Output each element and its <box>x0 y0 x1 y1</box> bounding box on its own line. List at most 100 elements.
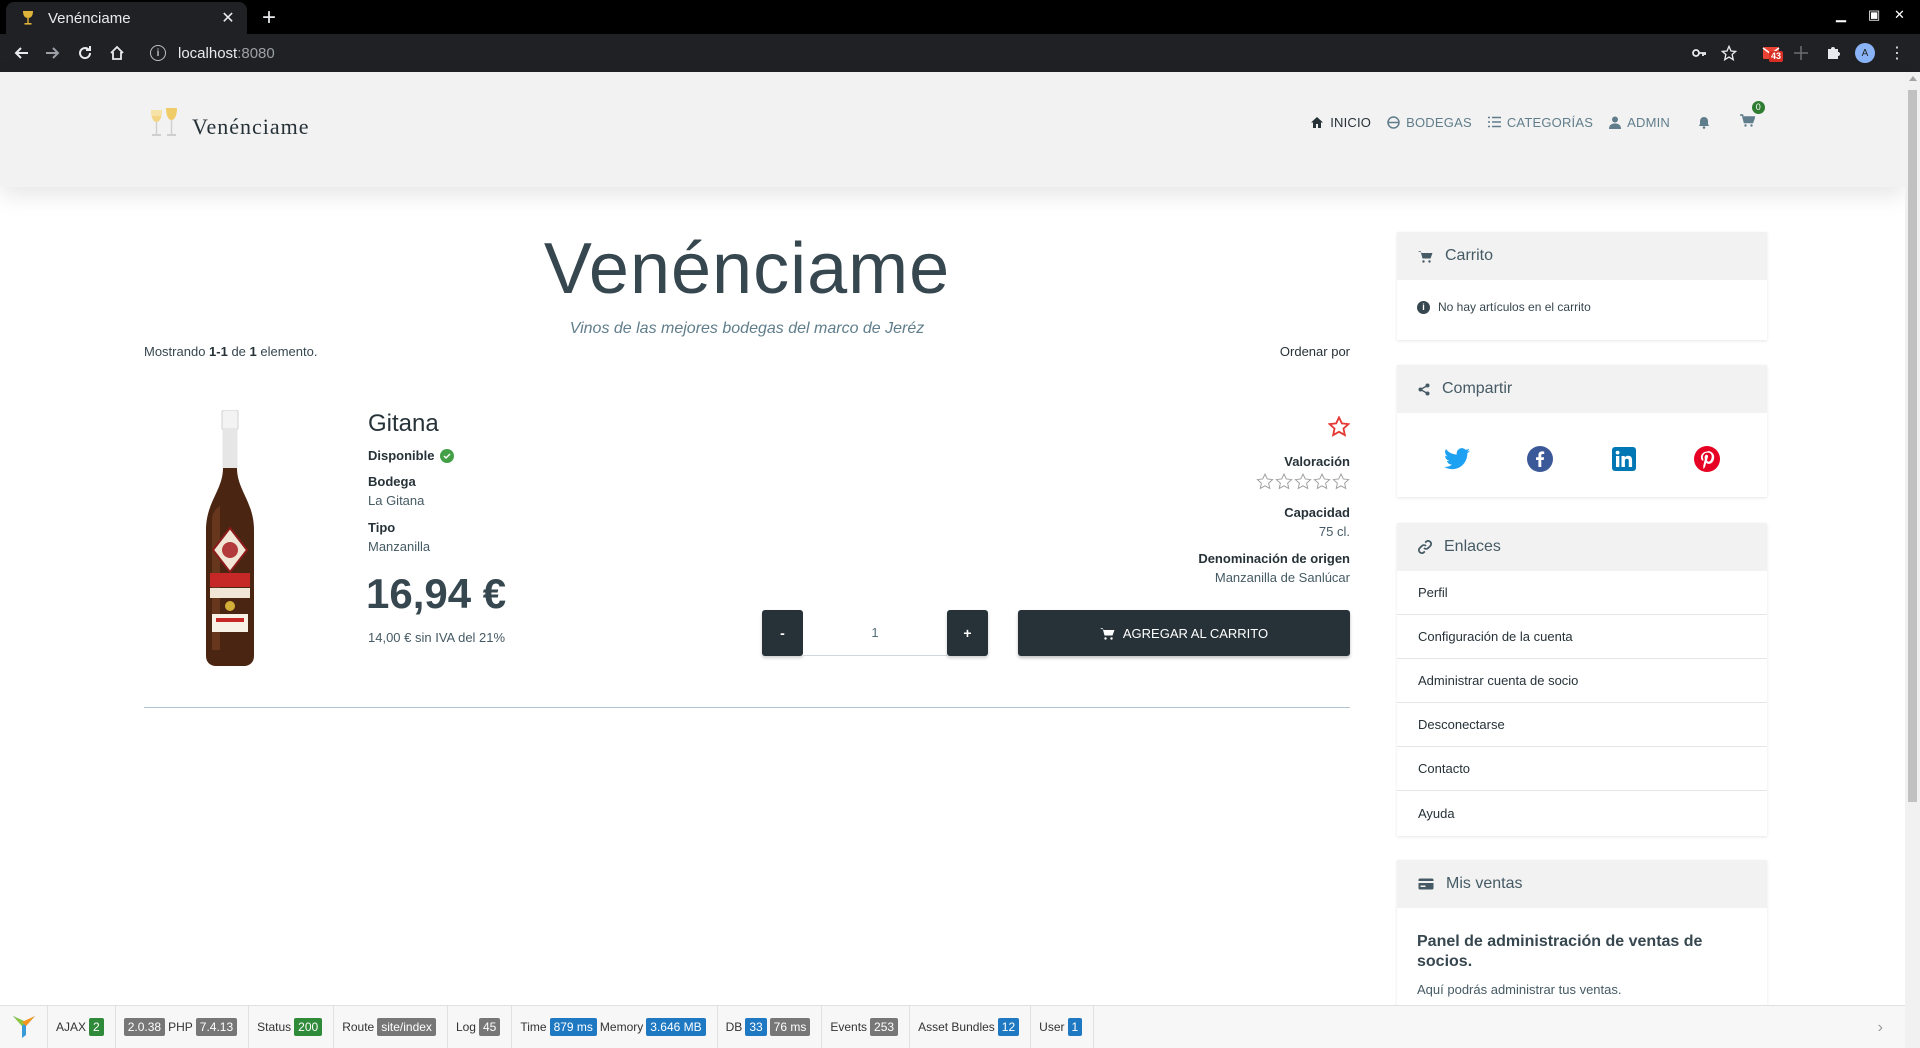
debug-status[interactable]: Status 200 <box>249 1005 335 1048</box>
reload-icon[interactable] <box>74 42 96 64</box>
share-icon <box>1418 383 1430 396</box>
extensions-puzzle-icon[interactable] <box>1822 42 1844 64</box>
results-summary: Mostrando 1-1 de 1 elemento. <box>144 344 318 359</box>
debug-user[interactable]: User 1 <box>1031 1005 1095 1048</box>
cart-empty-message: i No hay artículos en el carrito <box>1417 286 1747 328</box>
nav-label-admin: ADMIN <box>1627 114 1670 130</box>
browser-toolbar: i localhost :8080 43 A ⋮ <box>0 34 1920 72</box>
debug-asset-bundles[interactable]: Asset Bundles 12 <box>910 1005 1032 1048</box>
forward-arrow-icon[interactable] <box>42 42 64 64</box>
debug-events[interactable]: Events 253 <box>822 1005 911 1048</box>
origin-label: Denominación de origen <box>1198 551 1350 566</box>
debug-ajax[interactable]: AJAX 2 <box>48 1005 116 1048</box>
minimize-icon[interactable]: ▁ <box>1836 7 1846 23</box>
notifications-bell-icon[interactable] <box>1698 116 1710 129</box>
home-icon[interactable] <box>106 42 128 64</box>
pinterest-icon[interactable] <box>1693 445 1721 473</box>
nav-item-admin[interactable]: ADMIN <box>1609 115 1670 130</box>
cart-nav-button[interactable]: 0 <box>1740 101 1765 130</box>
link-configuracion-cuenta[interactable]: Configuración de la cuenta <box>1397 615 1767 659</box>
quantity-decrease-button[interactable]: - <box>762 610 803 656</box>
rating-star-icon[interactable] <box>1256 473 1274 490</box>
nav-label-bodegas: BODEGAS <box>1406 114 1472 130</box>
link-administrar-cuenta-socio[interactable]: Administrar cuenta de socio <box>1397 659 1767 703</box>
tab-close-icon[interactable]: ✕ <box>219 8 237 28</box>
page-subtitle: Vinos de las mejores bodegas del marco d… <box>569 320 925 337</box>
browser-menu-icon[interactable]: ⋮ <box>1886 42 1908 64</box>
debug-log[interactable]: Log 45 <box>448 1005 513 1048</box>
new-tab-button[interactable]: + <box>262 4 276 32</box>
rating-label: Valoración <box>1284 454 1350 469</box>
share-widget-title: Compartir <box>1442 380 1513 397</box>
bookmark-star-icon[interactable] <box>1718 42 1740 64</box>
debug-versions[interactable]: 2.0.38 PHP 7.4.13 <box>116 1005 250 1048</box>
rating-star-icon[interactable] <box>1294 473 1312 490</box>
link-contacto[interactable]: Contacto <box>1397 747 1767 791</box>
profile-avatar[interactable]: A <box>1854 42 1876 64</box>
link-perfil[interactable]: Perfil <box>1397 571 1767 615</box>
browser-tab[interactable]: Venénciame ✕ <box>6 2 247 34</box>
link-icon <box>1418 540 1432 554</box>
share-widget: Compartir <box>1397 365 1767 497</box>
tab-title: Venénciame <box>48 9 131 27</box>
debug-toolbar: AJAX 2 2.0.38 PHP 7.4.13 Status 200 Rout… <box>0 1005 1905 1048</box>
capacity-label: Capacidad <box>1284 505 1350 520</box>
rating-star-icon[interactable] <box>1275 473 1293 490</box>
main-nav: INICIO BODEGAS CATEGORÍAS ADMIN 0 <box>1294 101 1765 130</box>
debug-toggle-chevron-icon[interactable]: › <box>1878 1019 1883 1037</box>
nav-item-bodegas[interactable]: BODEGAS <box>1387 115 1472 130</box>
barrel-icon <box>1387 115 1400 129</box>
brand-name: Venénciame <box>192 113 310 139</box>
type-value: Manzanilla <box>368 539 431 554</box>
rating-star-icon[interactable] <box>1313 473 1331 490</box>
rating-stars[interactable] <box>1256 473 1350 490</box>
product-name[interactable]: Gitana <box>368 410 439 438</box>
debug-time-memory[interactable]: Time 879 ms Memory 3.646 MB <box>512 1005 718 1048</box>
favorite-star-icon[interactable] <box>1327 415 1351 442</box>
rating-star-icon[interactable] <box>1332 473 1350 490</box>
address-bar[interactable]: i localhost :8080 <box>142 38 1722 68</box>
product-image[interactable] <box>200 409 260 673</box>
brand-logo[interactable]: Venénciame <box>148 106 310 147</box>
sales-panel-heading[interactable]: Panel de administración de ventas de soc… <box>1417 932 1747 972</box>
scroll-up-arrow-icon[interactable] <box>1909 76 1917 81</box>
facebook-icon[interactable] <box>1526 445 1554 473</box>
info-icon: i <box>1417 300 1430 314</box>
wine-glasses-logo-icon <box>148 106 182 147</box>
quantity-increase-button[interactable]: + <box>947 610 988 656</box>
key-icon[interactable] <box>1688 42 1710 64</box>
yii-logo-icon[interactable] <box>0 1005 48 1048</box>
nav-item-inicio[interactable]: INICIO <box>1310 115 1371 130</box>
maximize-icon[interactable]: ▣ <box>1868 7 1880 23</box>
page-scrollbar[interactable] <box>1905 72 1920 1048</box>
page-title: Venénciame <box>543 229 951 309</box>
nav-label-categorias: CATEGORÍAS <box>1506 114 1594 130</box>
link-ayuda[interactable]: Ayuda <box>1397 791 1767 835</box>
extension-badge: 43 <box>1769 51 1784 62</box>
credit-card-icon <box>1418 878 1434 890</box>
scrollbar-thumb[interactable] <box>1908 90 1917 802</box>
link-desconectarse[interactable]: Desconectarse <box>1397 703 1767 747</box>
cart-widget-title: Carrito <box>1445 247 1494 264</box>
shopping-cart-icon <box>1418 250 1433 263</box>
debug-db[interactable]: DB 33 76 ms <box>718 1005 823 1048</box>
nav-item-categorias[interactable]: CATEGORÍAS <box>1487 114 1594 130</box>
sales-widget-title: Mis ventas <box>1446 875 1523 892</box>
window-close-icon[interactable]: ✕ <box>1894 7 1905 23</box>
back-arrow-icon[interactable] <box>10 42 32 64</box>
cart-plus-icon <box>1099 627 1115 640</box>
browser-tabbar: Venénciame ✕ + ▁ ▣ ✕ <box>0 0 1920 34</box>
share-widget-header: Compartir <box>1397 365 1767 413</box>
mail-extension-icon[interactable]: 43 <box>1760 42 1784 64</box>
linkedin-icon[interactable] <box>1610 445 1638 473</box>
site-info-icon[interactable]: i <box>150 45 166 61</box>
debug-route[interactable]: Route site/index <box>334 1005 448 1048</box>
product-price-net: 14,00 € sin IVA del 21% <box>368 630 506 645</box>
add-to-cart-button[interactable]: AGREGAR AL CARRITO <box>1018 610 1350 656</box>
quantity-input[interactable] <box>803 610 947 656</box>
twitter-icon[interactable] <box>1443 445 1471 473</box>
capacity-value: 75 cl. <box>1318 524 1350 539</box>
cross-extension-icon[interactable] <box>1790 42 1812 64</box>
url-host: localhost <box>178 44 238 62</box>
sort-dropdown[interactable]: Ordenar por <box>1280 344 1350 359</box>
